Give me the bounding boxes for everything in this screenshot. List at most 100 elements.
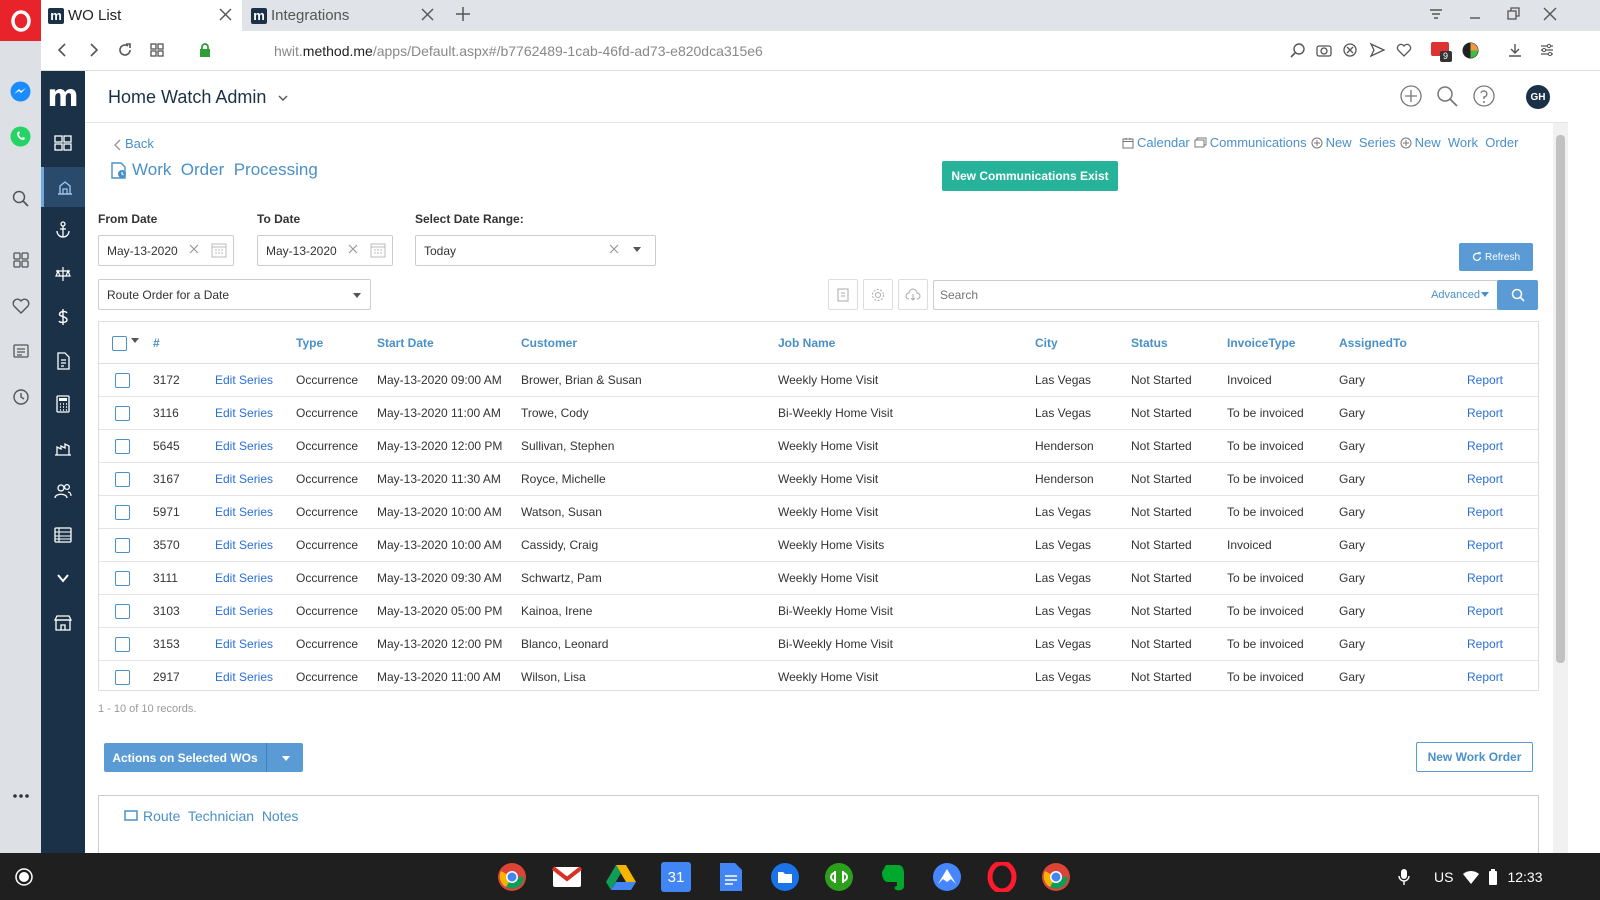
app-title[interactable]: Home Watch Admin xyxy=(108,87,289,108)
row-checkbox[interactable] xyxy=(115,505,130,520)
dashboard-icon[interactable] xyxy=(41,123,85,163)
row-checkbox[interactable] xyxy=(115,604,130,619)
launcher-icon[interactable] xyxy=(9,862,39,892)
new-communications-button[interactable]: New Communications Exist xyxy=(942,161,1118,191)
communications-link[interactable]: Communications xyxy=(1194,135,1307,150)
col-city[interactable]: City xyxy=(1035,336,1058,350)
clear-icon[interactable] xyxy=(189,244,199,254)
table-row[interactable]: 5645 Edit Series Occurrence May-13-2020 … xyxy=(99,430,1538,463)
report-link[interactable]: Report xyxy=(1467,637,1503,651)
work-order-icon[interactable] xyxy=(41,167,85,207)
refresh-button[interactable]: Refresh xyxy=(1459,243,1533,271)
more-dots-icon[interactable] xyxy=(10,785,31,806)
clear-icon[interactable] xyxy=(609,244,619,254)
edit-series-link[interactable]: Edit Series xyxy=(215,538,273,552)
invoice-icon[interactable] xyxy=(41,341,85,381)
new-work-order-link[interactable]: New Work Order xyxy=(1400,135,1518,150)
row-checkbox[interactable] xyxy=(115,670,130,685)
minimize-icon[interactable] xyxy=(1467,6,1483,22)
edit-series-link[interactable]: Edit Series xyxy=(215,406,273,420)
col-start-date[interactable]: Start Date xyxy=(377,336,434,350)
search-icon[interactable] xyxy=(10,188,31,209)
opera-icon[interactable] xyxy=(987,862,1017,892)
col-status[interactable]: Status xyxy=(1131,336,1168,350)
new-work-order-button[interactable]: New Work Order xyxy=(1416,742,1533,772)
edit-series-link[interactable]: Edit Series xyxy=(215,505,273,519)
edit-series-link[interactable]: Edit Series xyxy=(215,604,273,618)
search-input[interactable] xyxy=(940,288,1380,302)
calendar-icon[interactable] xyxy=(211,242,227,258)
table-row[interactable]: 3172 Edit Series Occurrence May-13-2020 … xyxy=(99,364,1538,397)
calendar-icon[interactable] xyxy=(370,242,386,258)
add-circle-icon[interactable] xyxy=(1400,85,1422,107)
edit-series-link[interactable]: Edit Series xyxy=(215,472,273,486)
speed-dial-icon[interactable] xyxy=(149,42,165,58)
bookmarks-heart-icon[interactable] xyxy=(10,295,31,316)
advanced-search-link[interactable]: Advanced xyxy=(1431,289,1489,301)
table-row[interactable]: 3116 Edit Series Occurrence May-13-2020 … xyxy=(99,397,1538,430)
cloud-download-icon[interactable] xyxy=(898,279,928,310)
snapshot-icon[interactable] xyxy=(1316,42,1332,58)
table-row[interactable]: 3111 Edit Series Occurrence May-13-2020 … xyxy=(99,562,1538,595)
whatsapp-icon[interactable] xyxy=(10,126,31,147)
close-tab-icon[interactable] xyxy=(219,8,232,21)
back-link[interactable]: Back xyxy=(113,136,154,151)
messenger-icon[interactable] xyxy=(10,81,31,102)
report-link[interactable]: Report xyxy=(1467,604,1503,618)
search-icon[interactable] xyxy=(1436,85,1458,107)
store-icon[interactable] xyxy=(41,603,85,643)
tab-wo-list[interactable]: m WO List xyxy=(41,0,242,31)
close-tab-icon[interactable] xyxy=(421,8,434,21)
tab-menu-icon[interactable] xyxy=(1428,6,1444,22)
list-icon[interactable] xyxy=(41,515,85,555)
edit-series-link[interactable]: Edit Series xyxy=(215,571,273,585)
calculator-icon[interactable] xyxy=(41,384,85,424)
extension-badge-icon[interactable]: 9 xyxy=(1431,42,1453,62)
row-checkbox[interactable] xyxy=(115,373,130,388)
col-type[interactable]: Type xyxy=(296,336,323,350)
route-order-select[interactable]: Route Order for a Date xyxy=(98,279,371,310)
report-link[interactable]: Report xyxy=(1467,505,1503,519)
table-row[interactable]: 5971 Edit Series Occurrence May-13-2020 … xyxy=(99,496,1538,529)
gmail-icon[interactable] xyxy=(552,862,582,892)
news-icon[interactable] xyxy=(10,340,31,361)
files-icon[interactable] xyxy=(770,862,800,892)
row-checkbox[interactable] xyxy=(115,571,130,586)
report-link[interactable]: Report xyxy=(1467,472,1503,486)
calendar-link[interactable]: Calendar xyxy=(1122,135,1190,150)
report-link[interactable]: Report xyxy=(1467,373,1503,387)
report-link[interactable]: Report xyxy=(1467,670,1503,684)
table-row[interactable]: 3167 Edit Series Occurrence May-13-2020 … xyxy=(99,463,1538,496)
export-icon[interactable] xyxy=(828,279,858,310)
easy-setup-icon[interactable] xyxy=(1539,42,1555,58)
chrome-icon[interactable] xyxy=(497,862,527,892)
back-arrow-icon[interactable] xyxy=(55,42,71,58)
col-invoice-type[interactable]: InvoiceType xyxy=(1227,336,1295,350)
search-button[interactable] xyxy=(1497,280,1538,310)
dropdown-arrow-icon[interactable] xyxy=(632,244,642,254)
microphone-icon[interactable] xyxy=(1398,868,1410,886)
select-all-checkbox[interactable] xyxy=(112,336,127,351)
system-tray[interactable]: US 12:33 xyxy=(1398,862,1598,892)
warehouse-icon[interactable] xyxy=(41,428,85,468)
row-checkbox[interactable] xyxy=(115,439,130,454)
search-field[interactable]: Advanced xyxy=(933,280,1498,310)
actions-dropdown-icon[interactable] xyxy=(268,743,303,772)
route-notes-title[interactable]: Route Technician Notes xyxy=(124,808,298,824)
sales-icon[interactable] xyxy=(41,254,85,294)
report-link[interactable]: Report xyxy=(1467,406,1503,420)
speed-dial-icon[interactable] xyxy=(10,249,31,270)
secure-lock-icon[interactable] xyxy=(198,42,212,58)
nordvpn-icon[interactable] xyxy=(932,862,962,892)
table-row[interactable]: 3153 Edit Series Occurrence May-13-2020 … xyxy=(99,628,1538,661)
chevron-down-icon[interactable] xyxy=(277,92,289,104)
bookmark-heart-icon[interactable] xyxy=(1396,42,1412,58)
anchor-icon[interactable] xyxy=(41,210,85,250)
row-checkbox[interactable] xyxy=(115,406,130,421)
table-row[interactable]: 3570 Edit Series Occurrence May-13-2020 … xyxy=(99,529,1538,562)
extension-circle-icon[interactable] xyxy=(1462,42,1479,59)
search-page-icon[interactable] xyxy=(1290,42,1306,58)
report-link[interactable]: Report xyxy=(1467,538,1503,552)
tab-integrations[interactable]: m Integrations xyxy=(244,0,444,31)
drive-icon[interactable] xyxy=(606,862,636,892)
